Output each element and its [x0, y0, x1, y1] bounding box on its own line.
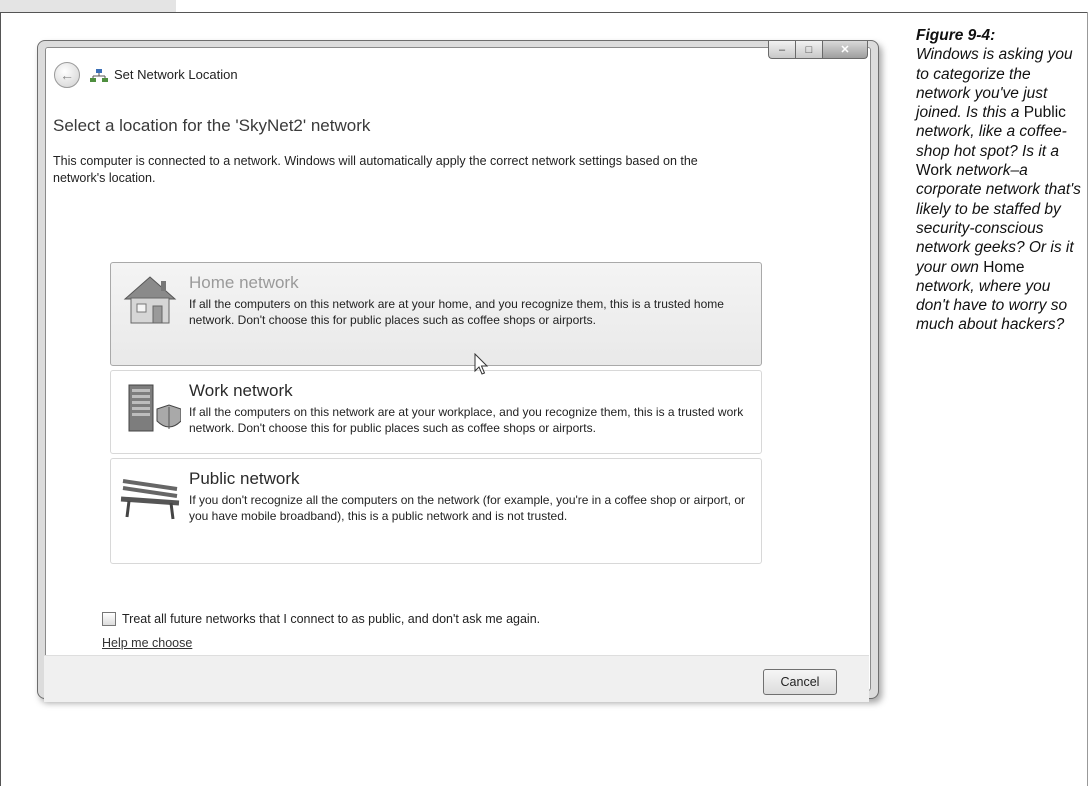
- caption-buttons: – □ ✕: [768, 41, 868, 59]
- caption-part: network, where you don't have to worry s…: [916, 277, 1068, 334]
- figure-label: Figure 9-4:: [916, 27, 996, 44]
- option-title: Public network: [189, 469, 300, 488]
- option-title: Home network: [189, 273, 299, 292]
- close-icon: ✕: [840, 44, 850, 56]
- dialog-footer: Cancel: [44, 655, 869, 702]
- house-icon: [123, 276, 177, 324]
- office-building-icon: [128, 384, 181, 432]
- page-tab-corner: [0, 0, 176, 12]
- back-arrow-icon: ←: [60, 67, 74, 83]
- option-work-network[interactable]: Work network If all the computers on thi…: [110, 370, 762, 454]
- caption-part: network, like a coffee-shop hot spot? Is…: [916, 123, 1067, 160]
- caption-part: Home: [983, 258, 1025, 276]
- titlebar: ← Set Network Location: [46, 48, 870, 104]
- minimize-icon: –: [778, 43, 786, 56]
- figure-frame-left: [0, 12, 1, 786]
- window-title: Set Network Location: [114, 67, 238, 82]
- figure-frame-top: [0, 12, 1088, 13]
- option-home-network[interactable]: Home network If all the computers on thi…: [110, 262, 762, 366]
- maximize-icon: □: [805, 43, 813, 56]
- figure-caption: Figure 9-4: Windows is asking you to cat…: [916, 26, 1082, 335]
- caption-part: Public: [1023, 104, 1066, 122]
- dialog-heading: Select a location for the 'SkyNet2' netw…: [53, 116, 371, 135]
- close-button[interactable]: ✕: [822, 41, 868, 59]
- option-description: If you don't recognize all the computers…: [189, 493, 745, 523]
- help-me-choose-link[interactable]: Help me choose: [102, 636, 192, 650]
- dialog-intro-text: This computer is connected to a network.…: [53, 154, 698, 185]
- cancel-button[interactable]: Cancel: [763, 669, 837, 695]
- option-public-network[interactable]: Public network If you don't recognize al…: [110, 458, 762, 564]
- minimize-button[interactable]: –: [768, 41, 795, 59]
- window-client-area: ← Set Network Location: [45, 47, 871, 691]
- maximize-button[interactable]: □: [795, 41, 822, 59]
- caption-part: Work: [916, 162, 952, 180]
- mouse-pointer-icon: [474, 353, 489, 375]
- network-icon: [90, 69, 108, 82]
- treat-public-checkbox[interactable]: [102, 612, 116, 626]
- option-title: Work network: [189, 381, 293, 400]
- park-bench-icon: [120, 479, 180, 520]
- checkbox-label: Treat all future networks that I connect…: [122, 612, 541, 626]
- option-description: If all the computers on this network are…: [189, 405, 744, 435]
- option-description: If all the computers on this network are…: [189, 297, 724, 327]
- back-button[interactable]: ←: [54, 62, 80, 88]
- treat-public-checkbox-row[interactable]: Treat all future networks that I connect…: [102, 612, 540, 626]
